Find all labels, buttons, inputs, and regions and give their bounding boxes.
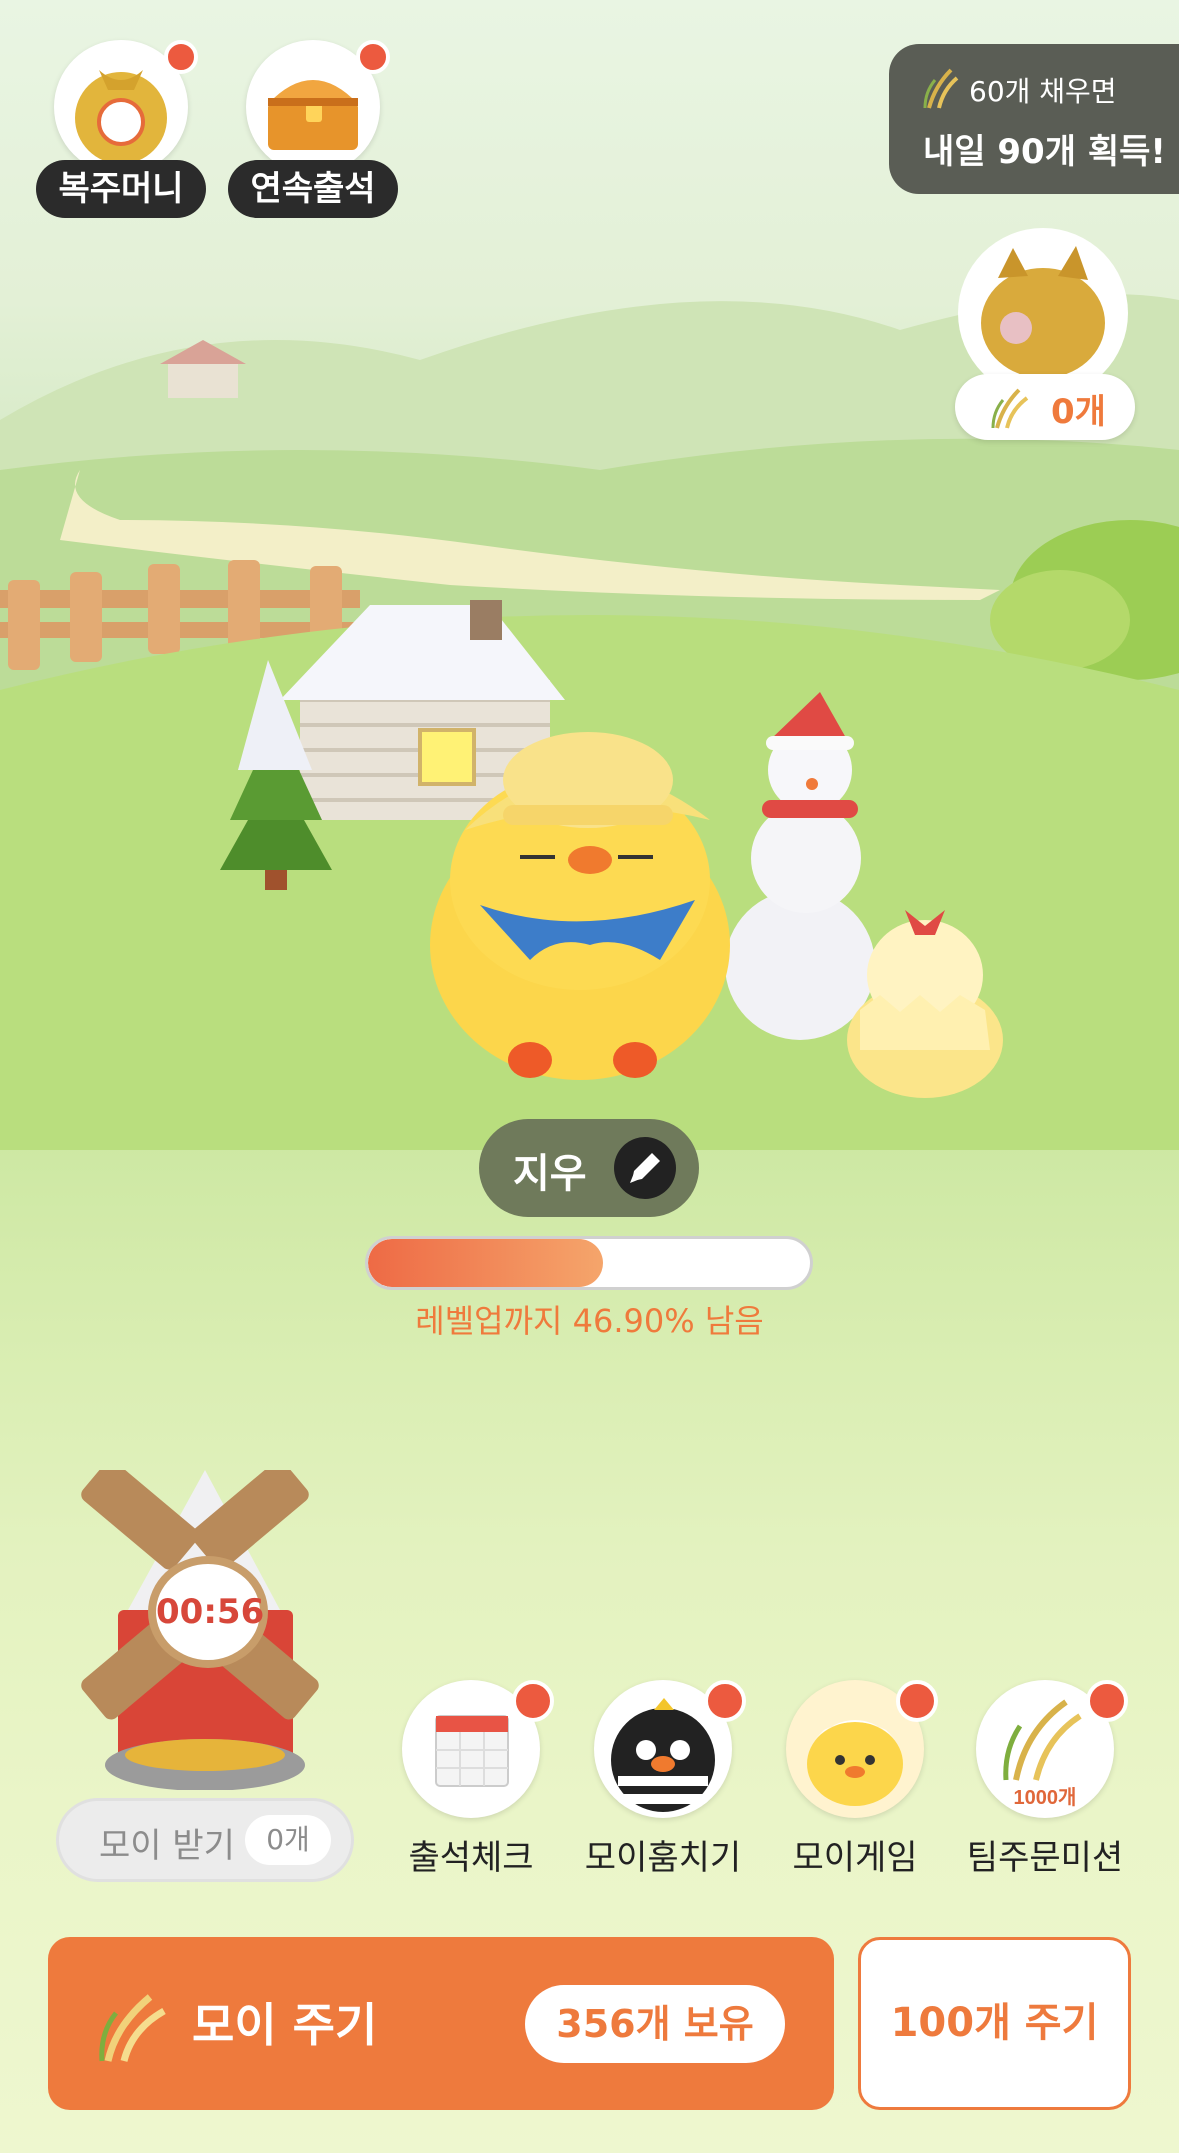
rice-icon <box>923 68 959 109</box>
grain-pile <box>125 1739 285 1771</box>
receive-feed-count: 0개 <box>245 1815 331 1865</box>
notification-dot <box>896 1680 938 1722</box>
quick-menu-label: 팀주문미션 <box>966 1838 1124 1878</box>
receive-feed-button[interactable]: 모이 받기 0개 <box>56 1798 354 1882</box>
notification-dot <box>704 1680 746 1722</box>
edit-name-button[interactable] <box>614 1137 676 1199</box>
quick-menu-team-order-mission[interactable]: 1000개 팀주문미션 <box>950 1680 1140 1880</box>
give-100-button[interactable]: 100개 주기 <box>858 1937 1131 2110</box>
pencil-icon <box>630 1153 660 1183</box>
give-feed-button[interactable]: 모이 주기 356개 보유 <box>48 1937 834 2110</box>
level-progress-fill <box>368 1239 603 1287</box>
daily-mission-banner[interactable]: 60개 채우면 내일 90개 획득! <box>889 44 1179 194</box>
owned-feed-badge: 356개 보유 <box>525 1985 785 2063</box>
lucky-bag-button[interactable]: 복주머니 <box>36 40 206 220</box>
rice-icon <box>99 1994 166 2062</box>
lucky-bag-label: 복주머니 <box>36 160 206 218</box>
windmill-timer: 00:56 <box>148 1556 268 1668</box>
quick-menu-label: 출석체크 <box>408 1838 534 1878</box>
pet-name-pill[interactable]: 지우 <box>479 1119 699 1217</box>
golden-piggy-icon <box>958 228 1128 398</box>
notification-dot <box>356 40 390 74</box>
level-progress-bar <box>365 1236 813 1290</box>
notification-dot <box>164 40 198 74</box>
receive-feed-label: 모이 받기 <box>99 1826 235 1866</box>
quick-menu-attendance-check[interactable]: 출석체크 <box>376 1680 566 1880</box>
quick-menu-feed-game[interactable]: 모이게임 <box>760 1680 950 1880</box>
game-screen: 복주머니 연속출석 60개 채우면 내일 90개 획득! 0개 지우 레벨업까지… <box>0 0 1179 2153</box>
rice-icon <box>991 388 1029 429</box>
rice-badge-text: 1000개 <box>1014 1786 1077 1809</box>
piggy-bank-button[interactable]: 0개 <box>955 228 1135 448</box>
quick-menu-label: 모이훔치기 <box>584 1838 742 1878</box>
attendance-streak-button[interactable]: 연속출석 <box>228 40 398 220</box>
pet-name: 지우 <box>513 1151 587 1197</box>
notification-dot <box>512 1680 554 1722</box>
quick-menu-label: 모이게임 <box>792 1838 918 1878</box>
piggy-count-pill: 0개 <box>955 374 1135 440</box>
attendance-streak-label: 연속출석 <box>228 160 398 218</box>
notification-dot <box>1086 1680 1128 1722</box>
quick-menu-steal-feed[interactable]: 모이훔치기 <box>568 1680 758 1880</box>
piggy-count: 0개 <box>1051 392 1106 432</box>
mission-condition: 60개 채우면 <box>969 75 1117 108</box>
give-feed-label: 모이 주기 <box>192 1998 378 2052</box>
mission-reward: 내일 90개 획득! <box>923 132 1166 172</box>
level-progress-text: 레벨업까지 46.90% 남음 <box>415 1302 764 1340</box>
